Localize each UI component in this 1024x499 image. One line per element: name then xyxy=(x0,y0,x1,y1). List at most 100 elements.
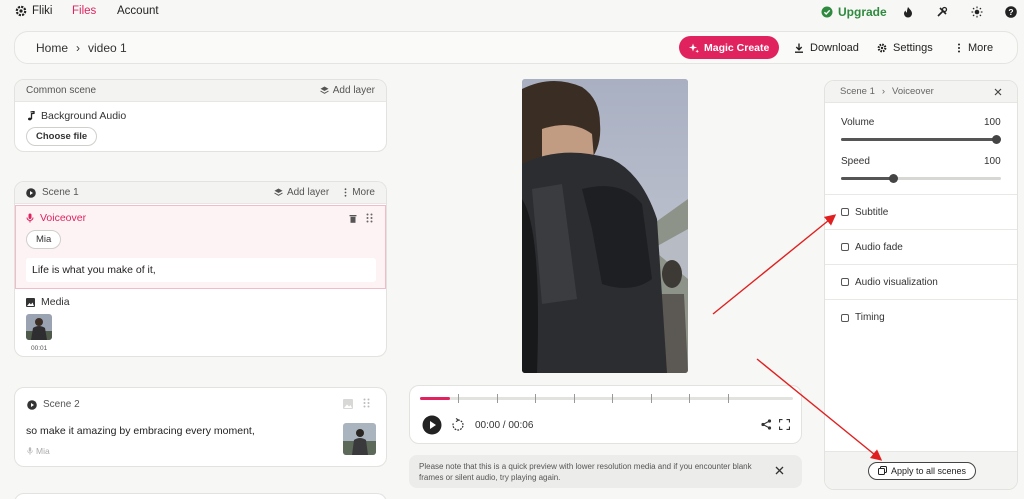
scene-1-more-button[interactable]: More xyxy=(343,187,375,198)
scene-marker[interactable] xyxy=(574,394,575,403)
drag-handle-icon[interactable] xyxy=(363,398,370,408)
streak-flame-icon[interactable] xyxy=(902,6,914,18)
scene-marker[interactable] xyxy=(689,394,690,403)
preview-notice: Please note that this is a quick preview… xyxy=(409,455,802,488)
sun-icon[interactable] xyxy=(971,6,983,18)
tools-icon[interactable] xyxy=(936,6,948,18)
panel-breadcrumb: Scene 1 › Voiceover xyxy=(840,86,934,97)
preview-notice-text: Please note that this is a quick preview… xyxy=(419,462,752,482)
scene-marker[interactable] xyxy=(728,394,729,403)
audio-fade-label: Audio fade xyxy=(855,241,903,253)
option-audio-fade[interactable]: Audio fade xyxy=(825,230,1017,265)
option-timing[interactable]: Timing xyxy=(825,300,1017,335)
replay-button[interactable] xyxy=(451,418,465,432)
scene-marker[interactable] xyxy=(458,394,459,403)
upgrade-button[interactable]: Upgrade xyxy=(821,5,887,19)
play-button[interactable] xyxy=(422,415,442,435)
scene-2-voice[interactable]: Mia xyxy=(27,446,50,456)
speed-slider[interactable] xyxy=(841,174,1001,183)
download-button[interactable]: Download xyxy=(794,42,859,54)
delete-icon[interactable] xyxy=(349,214,357,223)
scene-2-card: Scene 2 so make it amazing by embracing … xyxy=(14,387,387,467)
play-icon xyxy=(422,415,442,435)
music-note-icon xyxy=(28,111,35,121)
video-preview[interactable] xyxy=(522,79,688,373)
panel-crumb-scene[interactable]: Scene 1 xyxy=(840,86,875,97)
play-circle-icon[interactable] xyxy=(27,399,37,410)
option-subtitle[interactable]: Subtitle xyxy=(825,195,1017,230)
layers-icon xyxy=(320,86,329,94)
background-audio-row: Background Audio xyxy=(27,110,126,122)
scene-1-title: Scene 1 xyxy=(42,187,79,198)
common-scene-card: Common scene Add layer Background Audio … xyxy=(14,79,387,152)
volume-label: Volume xyxy=(841,117,875,128)
media-thumbnail[interactable] xyxy=(26,314,52,340)
subtitle-checkbox[interactable] xyxy=(841,208,849,216)
image-icon xyxy=(26,297,35,307)
panel-crumb-item: Voiceover xyxy=(892,86,934,97)
close-icon[interactable] xyxy=(775,466,784,475)
scene-1-card: Scene 1 Add layer More Voiceover Mia Lif… xyxy=(14,181,387,357)
scene-1-title-group: Scene 1 xyxy=(26,187,79,198)
media-label-row: Media xyxy=(26,296,70,308)
scene-marker[interactable] xyxy=(651,394,652,403)
option-audio-visualization[interactable]: Audio visualization xyxy=(825,265,1017,300)
fullscreen-icon[interactable] xyxy=(779,419,790,430)
scene-2-title: Scene 2 xyxy=(43,399,80,410)
play-circle-icon[interactable] xyxy=(26,187,36,198)
scene-2-text[interactable]: so make it amazing by embracing every mo… xyxy=(26,425,255,437)
breadcrumb-bar: Home › video 1 Magic Create Download Set… xyxy=(14,31,1018,64)
speed-value: 100 xyxy=(984,156,1001,167)
scene-1-add-layer-label: Add layer xyxy=(286,187,330,198)
microphone-icon xyxy=(27,447,33,455)
more-button[interactable]: More xyxy=(956,42,993,54)
magic-create-button[interactable]: Magic Create xyxy=(679,36,780,59)
apply-to-all-scenes-button[interactable]: Apply to all scenes xyxy=(867,461,977,480)
settings-label: Settings xyxy=(893,42,933,54)
nav-files[interactable]: Files xyxy=(72,5,96,17)
scene-2-media-thumbnail[interactable] xyxy=(343,423,376,455)
volume-slider[interactable] xyxy=(841,135,1001,144)
voiceover-block[interactable]: Voiceover Mia Life is what you make of i… xyxy=(15,205,386,289)
fliki-label: Fliki xyxy=(32,5,53,17)
common-scene-header: Common scene Add layer xyxy=(15,80,386,102)
scene-2-voice-label: Mia xyxy=(36,446,50,456)
voice-selector[interactable]: Mia xyxy=(26,230,62,249)
voiceover-label: Voiceover xyxy=(40,212,87,224)
breadcrumb-home[interactable]: Home xyxy=(36,41,68,55)
settings-button[interactable]: Settings xyxy=(877,42,933,54)
timing-checkbox[interactable] xyxy=(841,313,849,322)
scene-1-header: Scene 1 Add layer More xyxy=(15,182,386,204)
scene-marker[interactable] xyxy=(535,394,536,403)
media-duration: 00:01 xyxy=(31,345,48,352)
scene-marker[interactable] xyxy=(612,394,613,403)
voiceover-text-input[interactable]: Life is what you make of it, xyxy=(26,258,376,282)
nav-account[interactable]: Account xyxy=(117,5,159,17)
timeline-track[interactable] xyxy=(420,394,793,403)
more-vertical-icon xyxy=(344,188,347,197)
share-icon[interactable] xyxy=(761,419,772,430)
magic-create-label: Magic Create xyxy=(704,41,770,54)
upgrade-label: Upgrade xyxy=(838,5,887,19)
scene-1-add-layer-button[interactable]: Add layer xyxy=(274,187,329,198)
player-controls: 00:00 / 00:06 xyxy=(409,385,802,444)
audio-visualization-checkbox[interactable] xyxy=(841,278,849,286)
breadcrumb: Home › video 1 xyxy=(36,41,127,55)
scene-marker[interactable] xyxy=(497,394,498,403)
sparkle-icon xyxy=(689,43,699,53)
volume-slider-knob[interactable] xyxy=(991,135,1001,144)
speed-label: Speed xyxy=(841,156,870,167)
timing-label: Timing xyxy=(855,312,885,323)
fliki-logo-link[interactable]: Fliki xyxy=(15,5,52,17)
add-layer-button[interactable]: Add layer xyxy=(320,85,375,96)
audio-fade-checkbox[interactable] xyxy=(841,243,849,251)
apply-to-all-scenes-label: Apply to all scenes xyxy=(890,465,967,476)
close-icon[interactable] xyxy=(994,88,1002,96)
scene-2-title-group: Scene 2 xyxy=(27,399,80,410)
breadcrumb-separator: › xyxy=(76,41,81,55)
help-icon[interactable]: ? xyxy=(1005,6,1017,18)
voiceover-settings-panel: Scene 1 › Voiceover Volume 100 Speed 100… xyxy=(824,80,1018,490)
speed-slider-knob[interactable] xyxy=(889,174,899,183)
choose-file-button[interactable]: Choose file xyxy=(26,127,98,146)
drag-handle-icon[interactable] xyxy=(366,213,373,223)
